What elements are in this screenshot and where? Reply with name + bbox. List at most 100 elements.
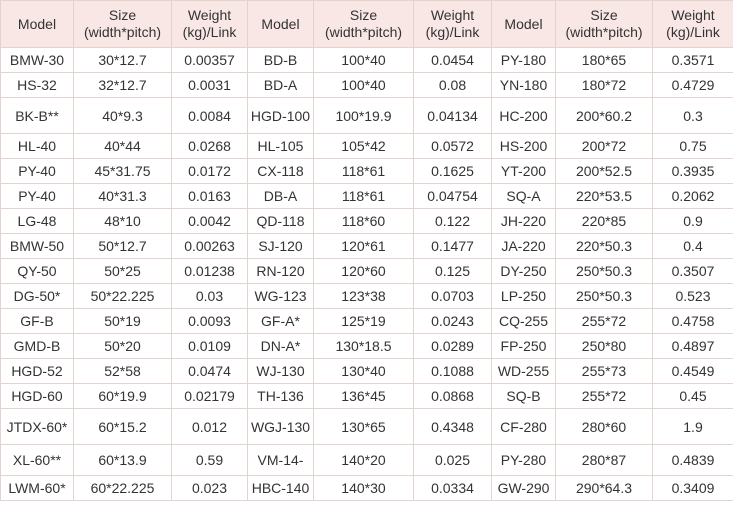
table-cell: 50*25 bbox=[73, 258, 172, 284]
table-cell: 255*73 bbox=[555, 358, 653, 384]
table-cell: SQ-A bbox=[491, 183, 556, 209]
table-cell: HL-105 bbox=[247, 133, 314, 159]
table-cell: JH-220 bbox=[491, 208, 556, 234]
table-cell: 105*42 bbox=[313, 133, 414, 159]
table-cell: 0.0268 bbox=[171, 133, 248, 159]
table-row: PY-40 45*31.75 0.0172 CX-118 118*61 0.1625 YT-… bbox=[0, 158, 733, 184]
table-cell: 0.0703 bbox=[413, 283, 492, 309]
table-cell: 50*12.7 bbox=[73, 233, 172, 259]
table-cell: 45*31.75 bbox=[73, 158, 172, 184]
table-cell: 0.0163 bbox=[171, 183, 248, 209]
table-cell: 140*30 bbox=[313, 475, 414, 501]
table-cell: 0.4897 bbox=[652, 333, 733, 359]
table-cell: HGD-60 bbox=[0, 383, 74, 409]
chain-spec-table: Model Size (width*pitch) Weight (kg)/Link Mod… bbox=[0, 0, 733, 501]
table-cell: 100*40 bbox=[313, 47, 414, 73]
table-row: BMW-30 30*12.7 0.00357 BD-B 100*40 0.0454 PY-1… bbox=[0, 47, 733, 73]
table-cell: 123*38 bbox=[313, 283, 414, 309]
table-cell: 0.0031 bbox=[171, 72, 248, 98]
table-cell: YN-180 bbox=[491, 72, 556, 98]
table-cell: 0.4549 bbox=[652, 358, 733, 384]
table-cell: PY-40 bbox=[0, 158, 74, 184]
column-header-title: Weight bbox=[430, 7, 475, 23]
table-cell: 0.3507 bbox=[652, 258, 733, 284]
table-cell: BK-B** bbox=[0, 97, 74, 134]
table-cell: 60*13.9 bbox=[73, 444, 172, 476]
table-cell: 0.02179 bbox=[171, 383, 248, 409]
table-cell: 100*19.9 bbox=[313, 97, 414, 134]
table-cell: PY-40 bbox=[0, 183, 74, 209]
table-cell: 0.04754 bbox=[413, 183, 492, 209]
table-cell: 220*85 bbox=[555, 208, 653, 234]
column-header-title: Weight bbox=[187, 7, 232, 23]
table-cell: GF-B bbox=[0, 308, 74, 334]
table-row: BK-B** 40*9.3 0.0084 HGD-100 100*19.9 0.04134… bbox=[0, 97, 733, 134]
table-cell: 0.4758 bbox=[652, 308, 733, 334]
table-cell: 118*61 bbox=[313, 158, 414, 184]
table-cell: 120*61 bbox=[313, 233, 414, 259]
table-cell: 0.023 bbox=[171, 475, 248, 501]
table-cell: GF-A* bbox=[247, 308, 314, 334]
column-header-unit: (width*pitch) bbox=[565, 24, 643, 40]
table-cell: QY-50 bbox=[0, 258, 74, 284]
table-cell: 0.0172 bbox=[171, 158, 248, 184]
table-cell: 0.0868 bbox=[413, 383, 492, 409]
column-header-title: Weight bbox=[671, 7, 715, 23]
table-row: LG-48 48*10 0.0042 QD-118 118*60 0.122 JH-220 2… bbox=[0, 208, 733, 234]
table-cell: 50*20 bbox=[73, 333, 172, 359]
table-cell: 280*60 bbox=[555, 408, 653, 445]
table-row: BMW-50 50*12.7 0.00263 SJ-120 120*61 0.1477 JA… bbox=[0, 233, 733, 259]
table-cell: LP-250 bbox=[491, 283, 556, 309]
table-cell: 250*50.3 bbox=[555, 283, 653, 309]
table-cell: 200*52.5 bbox=[555, 158, 653, 184]
table-row: LWM-60* 60*22.225 0.023 HBC-140 140*30 0.0334… bbox=[0, 475, 733, 501]
table-cell: 0.012 bbox=[171, 408, 248, 445]
table-cell: PY-280 bbox=[491, 444, 556, 476]
table-cell: 290*64.3 bbox=[555, 475, 653, 501]
table-cell: 118*60 bbox=[313, 208, 414, 234]
table-cell: LG-48 bbox=[0, 208, 74, 234]
table-cell: 0.9 bbox=[652, 208, 733, 234]
column-header-unit: (kg)/Link bbox=[425, 24, 480, 40]
table-cell: 50*22.225 bbox=[73, 283, 172, 309]
table-cell: 52*58 bbox=[73, 358, 172, 384]
table-cell: 220*50.3 bbox=[555, 233, 653, 259]
column-header: Model bbox=[491, 0, 556, 48]
table-cell: DB-A bbox=[247, 183, 314, 209]
table-cell: 0.523 bbox=[652, 283, 733, 309]
column-header-title: Model bbox=[261, 15, 300, 32]
table-cell: HS-32 bbox=[0, 72, 74, 98]
table-cell: 0.0084 bbox=[171, 97, 248, 134]
table-cell: WG-123 bbox=[247, 283, 314, 309]
spec-table-container: Model Size (width*pitch) Weight (kg)/Link Mod… bbox=[0, 0, 733, 515]
table-cell: HL-40 bbox=[0, 133, 74, 159]
table-cell: CQ-255 bbox=[491, 308, 556, 334]
table-cell: 0.3571 bbox=[652, 47, 733, 73]
table-cell: SJ-120 bbox=[247, 233, 314, 259]
table-cell: 120*60 bbox=[313, 258, 414, 284]
table-cell: 60*19.9 bbox=[73, 383, 172, 409]
table-cell: 0.08 bbox=[413, 72, 492, 98]
table-cell: 0.1625 bbox=[413, 158, 492, 184]
table-cell: XL-60** bbox=[0, 444, 74, 476]
table-cell: BMW-30 bbox=[0, 47, 74, 73]
table-cell: JTDX-60* bbox=[0, 408, 74, 445]
table-cell: PY-180 bbox=[491, 47, 556, 73]
column-header-unit: (width*pitch) bbox=[83, 24, 162, 40]
table-cell: 0.0334 bbox=[413, 475, 492, 501]
table-cell: 40*9.3 bbox=[73, 97, 172, 134]
table-cell: TH-136 bbox=[247, 383, 314, 409]
column-header-unit: (width*pitch) bbox=[324, 24, 403, 40]
table-cell: BMW-50 bbox=[0, 233, 74, 259]
table-cell: GMD-B bbox=[0, 333, 74, 359]
table-cell: VM-14- bbox=[247, 444, 314, 476]
table-cell: 0.4839 bbox=[652, 444, 733, 476]
table-cell: 200*60.2 bbox=[555, 97, 653, 134]
table-row: HS-32 32*12.7 0.0031 BD-A 100*40 0.08 YN-180 18… bbox=[0, 72, 733, 98]
table-cell: 100*40 bbox=[313, 72, 414, 98]
table-cell: WJ-130 bbox=[247, 358, 314, 384]
table-cell: 180*65 bbox=[555, 47, 653, 73]
column-header: Weight (kg)/Link bbox=[171, 0, 248, 48]
table-cell: 40*31.3 bbox=[73, 183, 172, 209]
column-header: Size (width*pitch) bbox=[555, 0, 653, 48]
